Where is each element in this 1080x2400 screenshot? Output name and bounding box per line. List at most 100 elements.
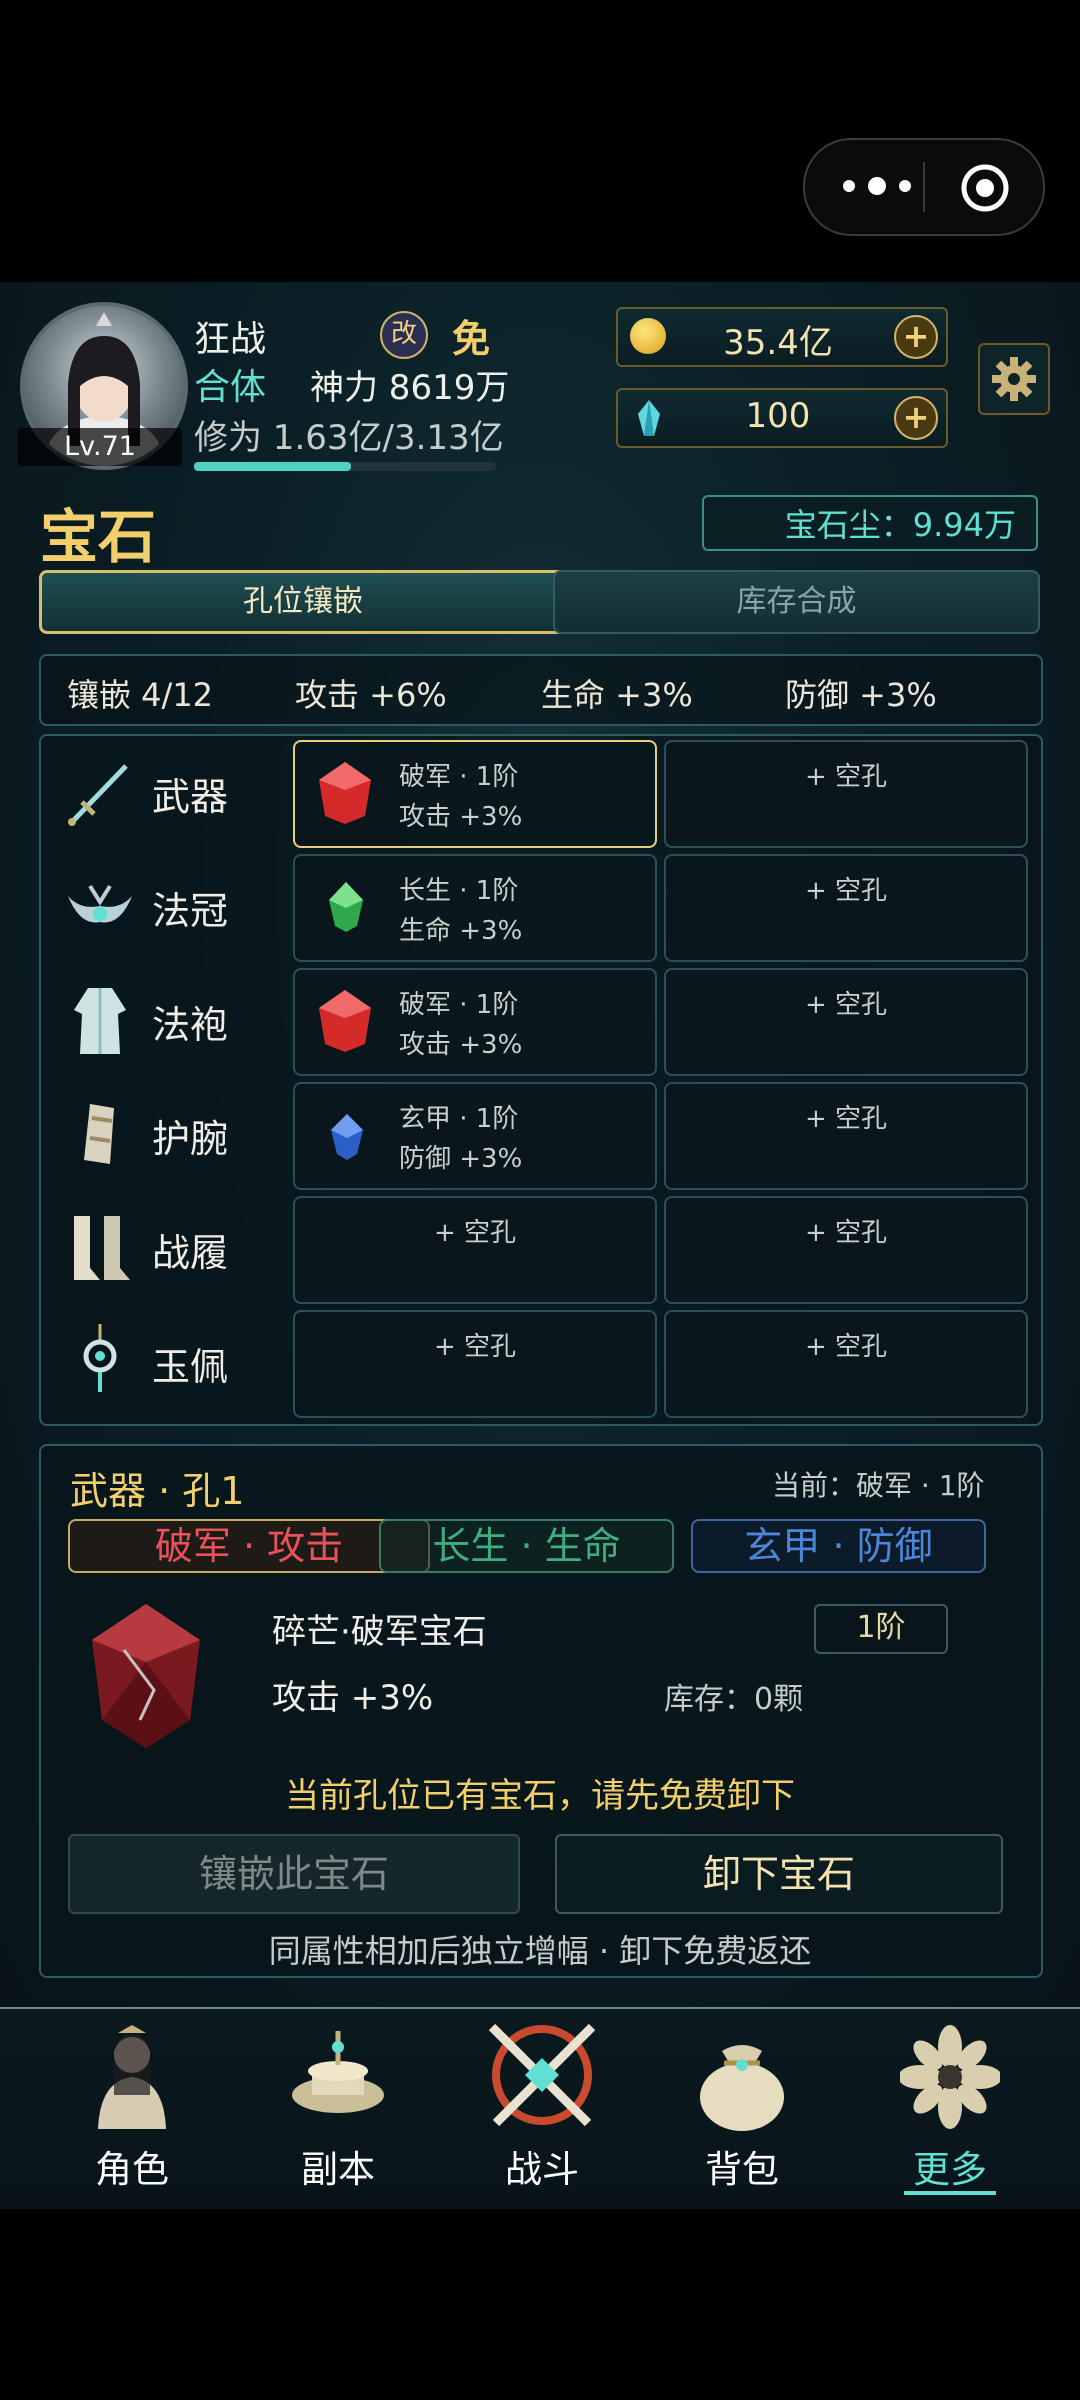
nav-label: 战斗 [505, 2148, 579, 2191]
slot-gem-effect: 攻击 +3% [399, 1030, 523, 1060]
gold-resource: 35.4亿 + [616, 307, 948, 367]
red-gem-icon [319, 762, 371, 824]
gem-name: 碎芒·破军宝石 [272, 1612, 487, 1652]
level-badge: Lv.71 [18, 428, 182, 466]
cultivation-progress-bar [194, 462, 496, 471]
slot-gem-effect: 防御 +3% [399, 1144, 523, 1174]
player-name: 狂战 [194, 319, 267, 360]
gem-slot-1[interactable]: 长生 · 1阶 生命 +3% [293, 854, 657, 962]
nav-dungeon[interactable]: 副本 [258, 2021, 418, 2201]
equipment-name: 武器 [152, 775, 229, 819]
slot-gem-label: 破军 · 1阶 [399, 990, 519, 1020]
inlay-count: 镶嵌 4/12 [67, 676, 214, 714]
attack-bonus: 攻击 +6% [295, 676, 447, 714]
equipment-name: 战履 [152, 1231, 229, 1275]
equipment-name: 玉佩 [152, 1345, 229, 1389]
blue-gem-icon [331, 1114, 363, 1160]
nav-character[interactable]: 角色 [52, 2021, 212, 2201]
slot-gem-label: 长生 · 1阶 [399, 876, 519, 906]
gem-slot-1[interactable]: 破军 · 1阶 攻击 +3% [293, 968, 657, 1076]
nav-label: 背包 [705, 2148, 779, 2191]
mini-program-capsule [803, 138, 1045, 236]
dungeon-altar-icon [292, 2031, 384, 2113]
target-icon[interactable] [959, 162, 1011, 214]
empty-slot-label: + 空孔 [804, 1332, 888, 1362]
empty-slot-label: + 空孔 [433, 1218, 517, 1248]
bottom-nav: 角色 副本 战斗 背包 更多 [0, 2007, 1080, 2209]
gold-amount: 35.4亿 [723, 323, 833, 363]
cultivation-label: 修为 1.63亿/3.13亿 [194, 418, 504, 458]
tag-text: 免 [452, 317, 491, 361]
life-bonus: 生命 +3% [541, 676, 693, 714]
empty-slot-label: + 空孔 [804, 990, 888, 1020]
robe-icon [74, 988, 126, 1054]
gem-slot-2[interactable]: + 空孔 [664, 968, 1028, 1076]
boots-icon [74, 1216, 130, 1280]
add-gem-button[interactable]: + [894, 396, 938, 440]
broken-army-gem-icon [92, 1604, 200, 1748]
crown-icon [68, 884, 132, 923]
capsule-divider [923, 162, 925, 212]
empty-slot-label: + 空孔 [433, 1332, 517, 1362]
tag-badge-icon[interactable]: 改 [380, 311, 428, 359]
type-tab-attack[interactable]: 破军 · 攻击 [68, 1519, 430, 1573]
realm-label: 合体 [194, 367, 267, 408]
footer-note: 同属性相加后独立增幅 · 卸下免费返还 [268, 1932, 812, 1970]
bag-icon [700, 2045, 784, 2131]
equipment-name: 法冠 [152, 889, 229, 933]
more-flower-icon [900, 2025, 1000, 2129]
equipment-name: 护腕 [152, 1117, 229, 1161]
gem-tier-badge[interactable]: 1阶 [814, 1604, 948, 1654]
gem-slot-1[interactable]: + 空孔 [293, 1196, 657, 1304]
gem-slot-1[interactable]: + 空孔 [293, 1310, 657, 1418]
gem-slot-1[interactable]: 玄甲 · 1阶 防御 +3% [293, 1082, 657, 1190]
nav-label: 副本 [301, 2148, 375, 2191]
gem-slot-2[interactable]: + 空孔 [664, 1196, 1028, 1304]
type-tab-life[interactable]: 长生 · 生命 [379, 1519, 674, 1573]
equipment-name: 法袍 [152, 1003, 229, 1047]
jade-pendant-icon [83, 1324, 117, 1392]
character-icon [98, 2025, 166, 2129]
active-tab-underline [904, 2191, 996, 2195]
cultivation-progress-fill [194, 462, 352, 471]
crystal-icon [638, 400, 660, 436]
green-gem-icon [329, 882, 363, 932]
type-tab-defense[interactable]: 玄甲 · 防御 [691, 1519, 986, 1573]
add-gold-button[interactable]: + [894, 315, 938, 359]
slot-gem-effect: 攻击 +3% [399, 802, 523, 832]
gem-slot-2[interactable]: + 空孔 [664, 1310, 1028, 1418]
settings-button[interactable] [978, 343, 1050, 415]
crossed-swords-icon [488, 2023, 596, 2127]
page-title: 宝石 [40, 503, 157, 571]
gear-icon [992, 357, 1036, 401]
more-dots-icon[interactable] [835, 170, 919, 202]
slot-gem-label: 破军 · 1阶 [399, 762, 519, 792]
remove-gem-button[interactable]: 卸下宝石 [555, 1834, 1003, 1914]
detail-title: 武器 · 孔1 [70, 1469, 245, 1513]
tab-synthesis[interactable]: 库存合成 [553, 570, 1040, 634]
gem-stock: 库存：0颗 [664, 1682, 804, 1717]
empty-slot-label: + 空孔 [804, 1104, 888, 1134]
tab-inlay[interactable]: 孔位镶嵌 [39, 570, 567, 634]
sword-icon [68, 764, 128, 826]
gem-slot-2[interactable]: + 空孔 [664, 854, 1028, 962]
gem-dust-label: 宝石尘：9.94万 [702, 495, 1038, 551]
nav-more[interactable]: 更多 [870, 2021, 1030, 2201]
inlay-gem-button[interactable]: 镶嵌此宝石 [68, 1834, 520, 1914]
nav-label-active: 更多 [913, 2148, 987, 2191]
nav-bag[interactable]: 背包 [662, 2021, 822, 2201]
gem-slot-2[interactable]: + 空孔 [664, 1082, 1028, 1190]
empty-slot-label: + 空孔 [804, 876, 888, 906]
gem-slot-1[interactable]: 破军 · 1阶 攻击 +3% [293, 740, 657, 848]
gem-effect: 攻击 +3% [272, 1678, 434, 1718]
bracer-icon [84, 1104, 114, 1164]
nav-battle[interactable]: 战斗 [462, 2017, 622, 2201]
empty-slot-label: + 空孔 [804, 762, 888, 792]
gem-resource: 100 + [616, 388, 948, 448]
notice-text: 当前孔位已有宝石，请先免费卸下 [285, 1776, 795, 1816]
current-gem-label: 当前：破军 · 1阶 [772, 1469, 985, 1502]
slot-gem-effect: 生命 +3% [399, 916, 523, 946]
gold-coin-icon [630, 318, 666, 354]
red-gem-icon [319, 990, 371, 1052]
gem-slot-2[interactable]: + 空孔 [664, 740, 1028, 848]
